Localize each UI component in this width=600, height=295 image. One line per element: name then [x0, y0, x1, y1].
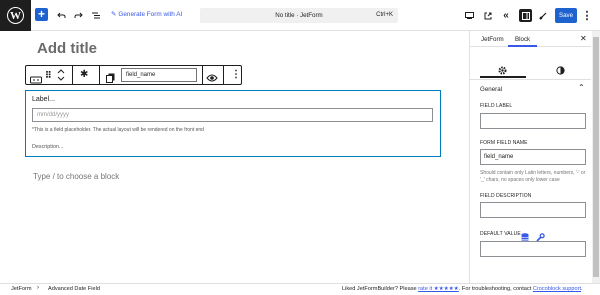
move-up-down-icon[interactable]	[57, 68, 65, 82]
document-overview-icon[interactable]	[90, 8, 102, 23]
view-external-icon[interactable]	[482, 8, 494, 23]
support-link[interactable]: Crocoblock support	[533, 286, 581, 292]
styles-brush-icon[interactable]	[537, 8, 549, 23]
date-input[interactable]: mm/dd/yyyy	[32, 108, 433, 122]
settings-gear-icon[interactable]	[498, 62, 507, 75]
active-subtab-indicator	[480, 76, 526, 78]
top-toolbar: W + ✎ Generate Form with AI No title · J…	[0, 0, 600, 31]
save-button[interactable]: Save	[555, 8, 577, 23]
drag-handle-icon[interactable]: ⠿	[45, 69, 52, 81]
form-field-name-label: FORM FIELD NAME	[480, 140, 528, 146]
advanced-date-field-block[interactable]: Label... mm/dd/yyyy *This is a field pla…	[25, 90, 441, 157]
generate-form-ai-button[interactable]: ✎ Generate Form with AI	[111, 10, 183, 19]
styles-half-circle-icon[interactable]	[556, 62, 565, 75]
placeholder-hint: *This is a field placeholder. The actual…	[32, 127, 204, 133]
form-field-name-input[interactable]: field_name	[480, 149, 586, 165]
rate-link[interactable]: rate it ★★★★★	[418, 286, 459, 292]
field-label[interactable]: Label...	[32, 96, 55, 103]
scrollbar-thumb[interactable]	[593, 37, 599, 277]
breadcrumb-current-block[interactable]: Advanced Date Field	[48, 286, 100, 292]
tab-jetform[interactable]: JetForm	[481, 36, 504, 43]
wrench-icon[interactable]	[536, 229, 545, 242]
active-tab-indicator	[508, 45, 537, 47]
footer-msg-prefix: Liked JetFormBuilder? Please	[342, 286, 419, 292]
chevrons-left-icon[interactable]: «	[500, 8, 512, 23]
generate-form-label: Generate Form with AI	[118, 10, 183, 18]
footer-message: Liked JetFormBuilder? Please rate it ★★★…	[342, 286, 583, 292]
document-title: No title · JetForm	[275, 12, 323, 19]
tab-block[interactable]: Block	[515, 36, 530, 43]
desktop-view-icon[interactable]	[463, 8, 475, 23]
general-panel-title[interactable]: General	[480, 86, 502, 93]
settings-sidebar-toggle[interactable]	[519, 9, 532, 22]
block-subtabs	[470, 57, 591, 78]
wand-icon: ✎	[111, 11, 117, 18]
field-name-help: Should contain only Latin letters, numbe…	[480, 170, 586, 183]
default-value-input[interactable]	[480, 241, 586, 257]
asterisk-required-icon[interactable]: ✱	[80, 69, 88, 81]
field-label-label: FIELD LABEL	[480, 103, 513, 109]
command-shortcut: Ctrl+K	[376, 12, 393, 18]
field-description-input[interactable]	[480, 202, 586, 218]
field-description[interactable]: Description...	[32, 144, 63, 150]
footer-msg-mid: . For troubleshooting, contact	[458, 286, 533, 292]
block-appender-hint[interactable]: Type / to choose a block	[33, 172, 119, 181]
divider	[470, 79, 591, 80]
document-title-bar[interactable]: No title · JetForm Ctrl+K	[200, 8, 398, 23]
field-label-input[interactable]	[480, 113, 586, 129]
chevron-up-icon[interactable]: ⌃	[578, 83, 585, 92]
block-options-icon[interactable]: ⋮	[231, 68, 241, 82]
breadcrumb-jetform[interactable]: JetForm	[11, 286, 32, 292]
visibility-eye-icon[interactable]	[206, 70, 218, 82]
default-value-label: DEFAULT VALUE	[480, 231, 521, 237]
add-block-button[interactable]: +	[35, 8, 48, 21]
field-description-label: FIELD DESCRIPTION	[480, 193, 532, 199]
sidebar-tabs: JetForm Block ✕	[470, 31, 591, 47]
field-name-input[interactable]: field_name	[121, 68, 197, 82]
database-icon[interactable]	[521, 229, 529, 241]
close-sidebar-icon[interactable]: ✕	[580, 34, 587, 43]
options-menu-icon[interactable]: ⋮	[581, 8, 593, 23]
undo-icon[interactable]	[55, 8, 67, 23]
copy-icon[interactable]	[106, 70, 115, 83]
sidebar-icon	[521, 11, 530, 20]
breadcrumb-separator-icon: ›	[37, 285, 39, 291]
footer-msg-end: .	[581, 286, 583, 292]
post-title-input[interactable]: Add title	[37, 40, 97, 57]
sidebar-scrollbar[interactable]	[592, 31, 600, 283]
wordpress-logo-icon[interactable]: W	[0, 0, 31, 31]
status-footer: JetForm › Advanced Date Field Liked JetF…	[0, 283, 600, 295]
settings-sidebar: JetForm Block ✕ General ⌃ FIELD LABEL FO…	[469, 31, 600, 283]
redo-icon[interactable]	[72, 8, 84, 23]
block-type-icon[interactable]	[30, 71, 42, 84]
block-toolbar: ⠿ ✱ field_name ⋮	[25, 65, 242, 85]
